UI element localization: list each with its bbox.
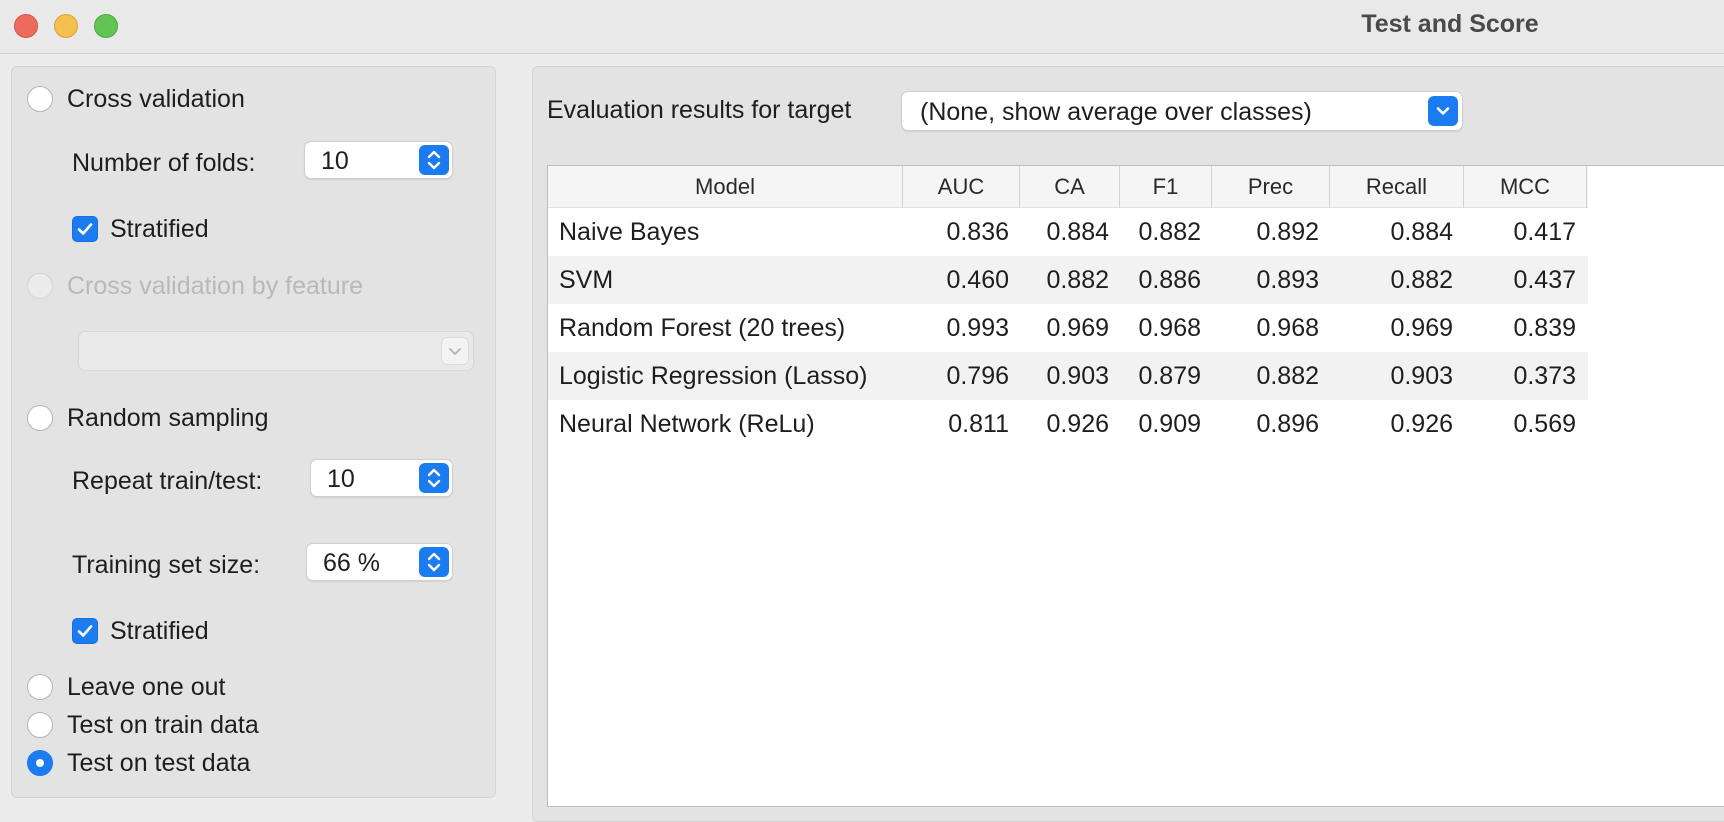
f1-value: 0.879 (1138, 362, 1201, 390)
maximize-window-button[interactable] (94, 14, 118, 38)
f1-value: 0.909 (1138, 410, 1201, 438)
auc-value: 0.993 (946, 314, 1009, 342)
test-on-test-radio[interactable] (27, 750, 53, 776)
mcc-value: 0.417 (1513, 218, 1576, 246)
close-window-button[interactable] (14, 14, 38, 38)
ca-value: 0.882 (1046, 266, 1109, 294)
column-header-auc[interactable]: AUC (903, 166, 1020, 208)
mcc-value: 0.373 (1513, 362, 1576, 390)
table-header: Model AUC CA F1 Prec Recall MCC (548, 166, 1588, 208)
target-select[interactable]: (None, show average over classes) (901, 91, 1463, 131)
feature-select[interactable] (78, 331, 474, 371)
table-row[interactable]: Logistic Regression (Lasso) 0.796 0.903 … (548, 352, 1588, 400)
mcc-value: 0.839 (1513, 314, 1576, 342)
ca-value: 0.969 (1046, 314, 1109, 342)
window-title: Test and Score (1361, 10, 1539, 38)
model-name: Naive Bayes (559, 218, 700, 246)
recall-value: 0.884 (1390, 218, 1453, 246)
column-header-prec[interactable]: Prec (1212, 166, 1330, 208)
f1-value: 0.886 (1138, 266, 1201, 294)
training-set-size-label: Training set size: (72, 551, 261, 579)
table-row[interactable]: Random Forest (20 trees) 0.993 0.969 0.9… (548, 304, 1588, 352)
cv-stratified-label: Stratified (110, 215, 209, 243)
cv-by-feature-label: Cross validation by feature (67, 272, 363, 300)
up-down-chevron-icon[interactable] (419, 145, 449, 175)
table-row[interactable]: Naive Bayes 0.836 0.884 0.882 0.892 0.88… (548, 208, 1588, 256)
auc-value: 0.836 (946, 218, 1009, 246)
cv-stratified-checkbox[interactable] (72, 216, 98, 242)
rs-stratified-checkbox[interactable] (72, 618, 98, 644)
prec-value: 0.968 (1256, 314, 1319, 342)
chevron-down-icon[interactable] (1428, 96, 1458, 126)
minimize-window-button[interactable] (54, 14, 78, 38)
target-select-value: (None, show average over classes) (920, 98, 1312, 126)
column-header-f1[interactable]: F1 (1120, 166, 1212, 208)
ca-value: 0.926 (1046, 410, 1109, 438)
f1-value: 0.882 (1138, 218, 1201, 246)
evaluation-panel: Evaluation results for target (None, sho… (532, 66, 1724, 822)
model-name: Random Forest (20 trees) (559, 314, 846, 342)
mcc-value: 0.569 (1513, 410, 1576, 438)
leave-one-out-label: Leave one out (67, 673, 226, 701)
up-down-chevron-icon[interactable] (419, 463, 449, 493)
test-on-train-label: Test on train data (67, 711, 259, 739)
check-icon (77, 223, 93, 235)
results-table[interactable]: Model AUC CA F1 Prec Recall MCC Naive Ba… (547, 165, 1724, 807)
repeat-train-test-label: Repeat train/test: (72, 467, 263, 495)
repeat-train-test-spinbox[interactable]: 10 (310, 459, 453, 497)
recall-value: 0.903 (1390, 362, 1453, 390)
recall-value: 0.969 (1390, 314, 1453, 342)
rs-stratified-label: Stratified (110, 617, 209, 645)
prec-value: 0.882 (1256, 362, 1319, 390)
number-of-folds-spinbox[interactable]: 10 (304, 141, 453, 179)
column-header-ca[interactable]: CA (1020, 166, 1120, 208)
table-row[interactable]: SVM 0.460 0.882 0.886 0.893 0.882 0.437 (548, 256, 1588, 304)
number-of-folds-label: Number of folds: (72, 149, 256, 177)
number-of-folds-value: 10 (321, 147, 349, 175)
repeat-train-test-value: 10 (327, 465, 355, 493)
column-header-mcc[interactable]: MCC (1464, 166, 1587, 208)
model-name: Neural Network (ReLu) (559, 410, 815, 438)
up-down-chevron-icon[interactable] (419, 547, 449, 577)
model-name: SVM (559, 266, 614, 294)
prec-value: 0.893 (1256, 266, 1319, 294)
recall-value: 0.926 (1390, 410, 1453, 438)
random-sampling-label: Random sampling (67, 404, 269, 432)
f1-value: 0.968 (1138, 314, 1201, 342)
auc-value: 0.796 (946, 362, 1009, 390)
cross-validation-radio[interactable] (27, 86, 53, 112)
column-header-recall[interactable]: Recall (1330, 166, 1464, 208)
model-name: Logistic Regression (Lasso) (559, 362, 868, 390)
ca-value: 0.884 (1046, 218, 1109, 246)
target-label: Evaluation results for target (547, 96, 852, 124)
chevron-down-icon (441, 337, 469, 365)
table-row[interactable]: Neural Network (ReLu) 0.811 0.926 0.909 … (548, 400, 1588, 448)
test-on-test-label: Test on test data (67, 749, 251, 777)
prec-value: 0.892 (1256, 218, 1319, 246)
column-header-model[interactable]: Model (548, 166, 903, 208)
cross-validation-label: Cross validation (67, 85, 245, 113)
cv-by-feature-radio[interactable] (27, 273, 53, 299)
mcc-value: 0.437 (1513, 266, 1576, 294)
random-sampling-radio[interactable] (27, 405, 53, 431)
leave-one-out-radio[interactable] (27, 674, 53, 700)
sampling-panel: Cross validation Number of folds: 10 Str… (11, 66, 496, 798)
auc-value: 0.811 (948, 410, 1009, 438)
prec-value: 0.896 (1256, 410, 1319, 438)
recall-value: 0.882 (1390, 266, 1453, 294)
title-bar: Test and Score (0, 0, 1724, 54)
ca-value: 0.903 (1046, 362, 1109, 390)
auc-value: 0.460 (946, 266, 1009, 294)
test-on-train-radio[interactable] (27, 712, 53, 738)
training-set-size-spinbox[interactable]: 66 % (306, 543, 453, 581)
training-set-size-value: 66 % (323, 549, 380, 577)
check-icon (77, 625, 93, 637)
